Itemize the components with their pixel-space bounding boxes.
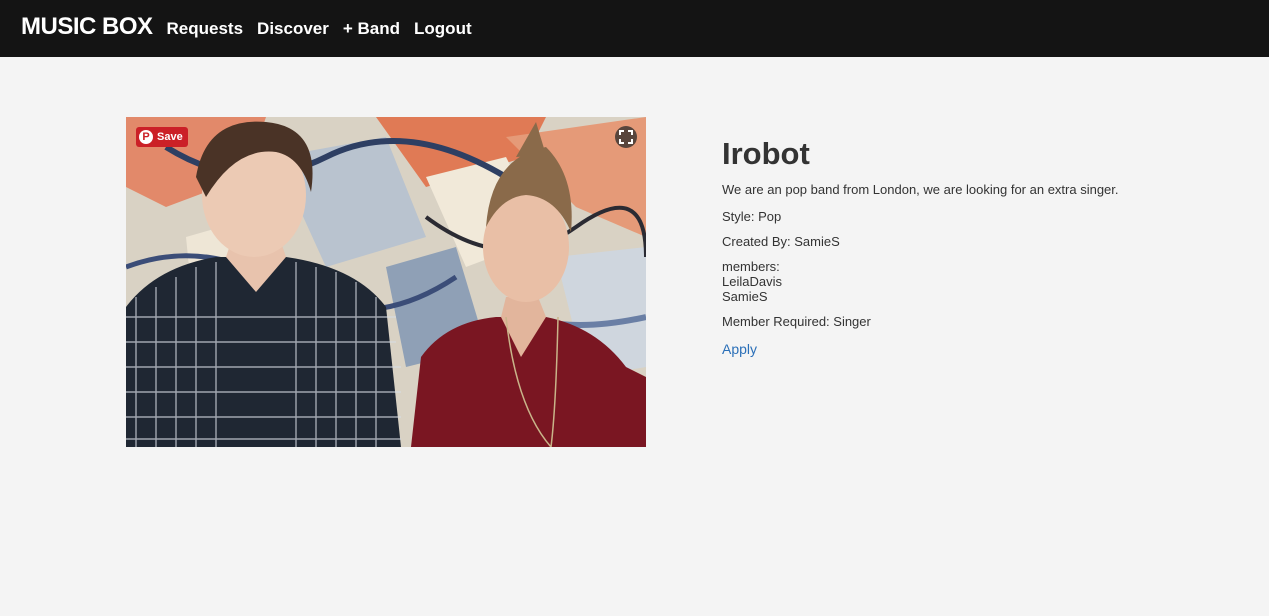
member-item: LeilaDavis	[722, 274, 782, 289]
band-photo: P Save	[126, 117, 646, 447]
pinterest-save-button[interactable]: P Save	[136, 127, 188, 147]
members-label: members:	[722, 259, 780, 274]
nav-link-logout[interactable]: Logout	[414, 19, 472, 39]
band-creator: Created By: SamieS	[722, 234, 840, 249]
band-photo-illustration	[126, 117, 646, 447]
nav-link-add-band[interactable]: + Band	[343, 19, 400, 39]
top-navbar: MUSIC BOX Requests Discover + Band Logou…	[0, 0, 1269, 57]
pinterest-save-label: Save	[157, 131, 183, 143]
brand-logo[interactable]: MUSIC BOX	[21, 13, 153, 41]
nav-link-discover[interactable]: Discover	[257, 19, 329, 39]
member-item: SamieS	[722, 289, 768, 304]
band-style: Style: Pop	[722, 209, 782, 224]
band-description: We are an pop band from London, we are l…	[722, 182, 1119, 197]
member-required: Member Required: Singer	[722, 314, 871, 329]
band-name-heading: Irobot	[722, 136, 810, 171]
band-info-panel: Irobot We are an pop band from London, w…	[722, 136, 1202, 359]
apply-link[interactable]: Apply	[722, 341, 757, 357]
members-list: members: LeilaDavis SamieS	[722, 259, 1202, 304]
nav-link-requests[interactable]: Requests	[167, 19, 244, 39]
pinterest-icon: P	[139, 130, 153, 144]
expand-icon[interactable]	[615, 126, 637, 148]
